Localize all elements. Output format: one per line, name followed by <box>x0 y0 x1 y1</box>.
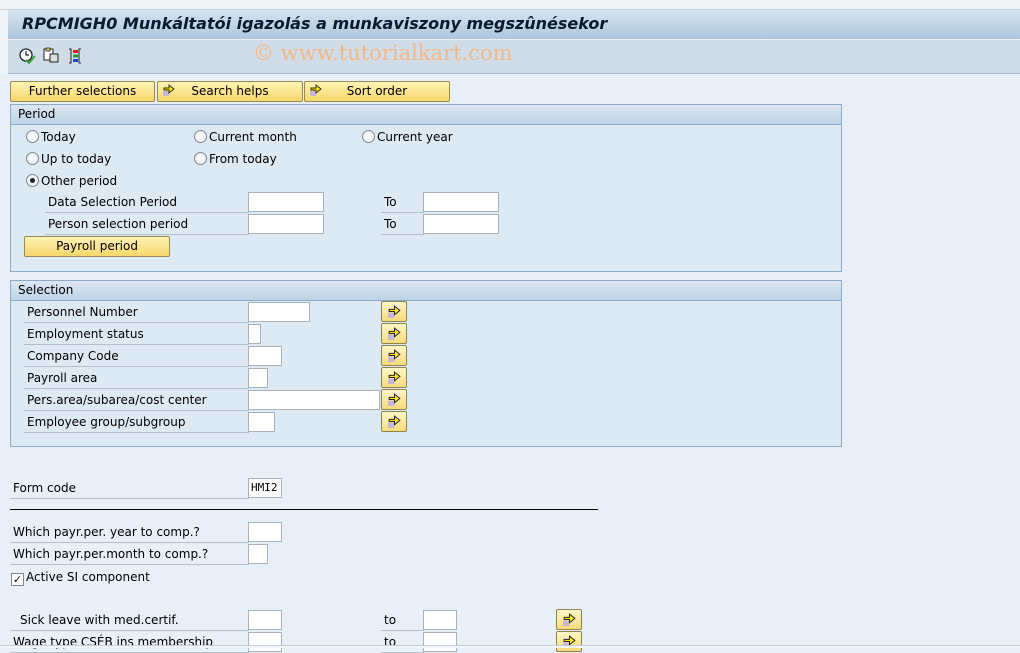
radio-label: Current year <box>377 130 453 144</box>
radio-current-month[interactable]: Current month <box>194 129 297 145</box>
sick-leave-to-input[interactable] <box>423 610 457 630</box>
checkmark-icon: ✓ <box>11 573 24 586</box>
wage-type-multiple-selection-button[interactable] <box>556 631 582 652</box>
radio-label: Other period <box>41 174 118 188</box>
pers-area-label: Pers.area/subarea/cost center <box>24 390 249 411</box>
copy-variant-icon[interactable] <box>42 47 60 65</box>
radio-other-period[interactable]: Other period <box>26 173 117 189</box>
payroll-period-label: Payroll period <box>56 239 138 253</box>
employee-group-multiple-selection-button[interactable] <box>381 411 407 432</box>
search-helps-button[interactable]: Search helps <box>157 81 303 102</box>
further-selections-label: Further selections <box>28 84 137 98</box>
radio-label: From today <box>209 152 277 166</box>
data-selection-from-input[interactable] <box>248 192 324 212</box>
arrow-right-icon <box>388 393 401 406</box>
radio-label: Up to today <box>41 152 112 166</box>
sick-leave-label: Sick leave with med.certif. <box>10 610 249 631</box>
pers-area-input[interactable] <box>248 390 380 410</box>
radio-label: Today <box>41 130 76 144</box>
page-title: RPCMIGH0 Munkáltatói igazolás a munkavis… <box>22 14 608 33</box>
radio-circle-selected <box>26 174 39 187</box>
person-selection-period-label: Person selection period <box>45 214 249 235</box>
wage-type-to-input[interactable] <box>423 632 457 652</box>
active-si-checkbox[interactable]: ✓ Active SI component <box>11 569 150 586</box>
title-bar: RPCMIGH0 Munkáltatói igazolás a munkavis… <box>8 10 1020 40</box>
sort-order-label: Sort order <box>346 84 408 98</box>
arrow-right-icon <box>563 613 576 626</box>
left-edge <box>0 10 8 74</box>
watermark: © www.tutorialkart.com <box>253 41 513 65</box>
form-code-input[interactable]: HMI2 <box>248 478 282 498</box>
further-selections-button[interactable]: Further selections <box>10 81 155 102</box>
active-si-label: Active SI component <box>26 570 150 584</box>
to-label: to <box>381 610 424 631</box>
radio-circle <box>194 130 207 143</box>
payroll-month-input[interactable] <box>248 544 268 564</box>
personnel-number-input[interactable] <box>248 302 310 322</box>
payroll-area-label: Payroll area <box>24 368 249 389</box>
to-label: To <box>381 192 424 213</box>
top-strip <box>0 0 1020 10</box>
to-label: to <box>381 632 424 653</box>
employee-group-label: Employee group/subgroup <box>24 412 249 433</box>
employee-group-input[interactable] <box>248 412 275 432</box>
application-toolbar: © www.tutorialkart.com <box>8 40 1020 74</box>
selection-options-icon[interactable] <box>66 47 84 65</box>
arrow-right-icon <box>388 305 401 318</box>
execute-clock-icon[interactable] <box>18 47 36 65</box>
company-code-multiple-selection-button[interactable] <box>381 345 407 366</box>
payroll-area-multiple-selection-button[interactable] <box>381 367 407 388</box>
arrow-right-icon <box>388 349 401 362</box>
separator-line <box>10 509 598 510</box>
payroll-area-input[interactable] <box>248 368 268 388</box>
personnel-number-label: Personnel Number <box>24 302 249 323</box>
company-code-label: Company Code <box>24 346 249 367</box>
arrow-right-icon <box>388 371 401 384</box>
radio-up-to-today[interactable]: Up to today <box>26 151 111 167</box>
radio-from-today[interactable]: From today <box>194 151 277 167</box>
radio-circle <box>26 152 39 165</box>
wage-type-from-input[interactable] <box>248 632 282 652</box>
sick-leave-from-input[interactable] <box>248 610 282 630</box>
employment-status-input[interactable] <box>248 324 261 344</box>
company-code-input[interactable] <box>248 346 282 366</box>
search-helps-label: Search helps <box>191 84 269 98</box>
radio-circle <box>194 152 207 165</box>
payroll-month-label: Which payr.per.month to comp.? <box>10 544 249 565</box>
radio-today[interactable]: Today <box>26 129 76 145</box>
employment-status-label: Employment status <box>24 324 249 345</box>
payroll-year-input[interactable] <box>248 522 282 542</box>
to-label: To <box>381 214 424 235</box>
radio-circle <box>362 130 375 143</box>
arrow-right-icon <box>163 84 175 96</box>
selection-group-title: Selection <box>11 281 841 301</box>
radio-circle <box>26 130 39 143</box>
radio-current-year[interactable]: Current year <box>362 129 453 145</box>
payroll-year-label: Which payr.per. year to comp.? <box>10 522 249 543</box>
person-selection-from-input[interactable] <box>248 214 324 234</box>
form-code-label: Form code <box>10 478 249 499</box>
payroll-period-button[interactable]: Payroll period <box>24 236 170 257</box>
period-group-title: Period <box>11 105 841 125</box>
arrow-right-icon <box>388 327 401 340</box>
radio-label: Current month <box>209 130 297 144</box>
employment-status-multiple-selection-button[interactable] <box>381 323 407 344</box>
personnel-number-multiple-selection-button[interactable] <box>381 301 407 322</box>
data-selection-period-label: Data Selection Period <box>45 192 249 213</box>
wage-type-label: Wage type CSÉB ins membership <box>10 632 249 653</box>
data-selection-to-input[interactable] <box>423 192 499 212</box>
sick-leave-multiple-selection-button[interactable] <box>556 609 582 630</box>
arrow-right-icon <box>388 415 401 428</box>
pers-area-multiple-selection-button[interactable] <box>381 389 407 410</box>
arrow-right-icon <box>310 84 322 96</box>
sort-order-button[interactable]: Sort order <box>304 81 450 102</box>
person-selection-to-input[interactable] <box>423 214 499 234</box>
